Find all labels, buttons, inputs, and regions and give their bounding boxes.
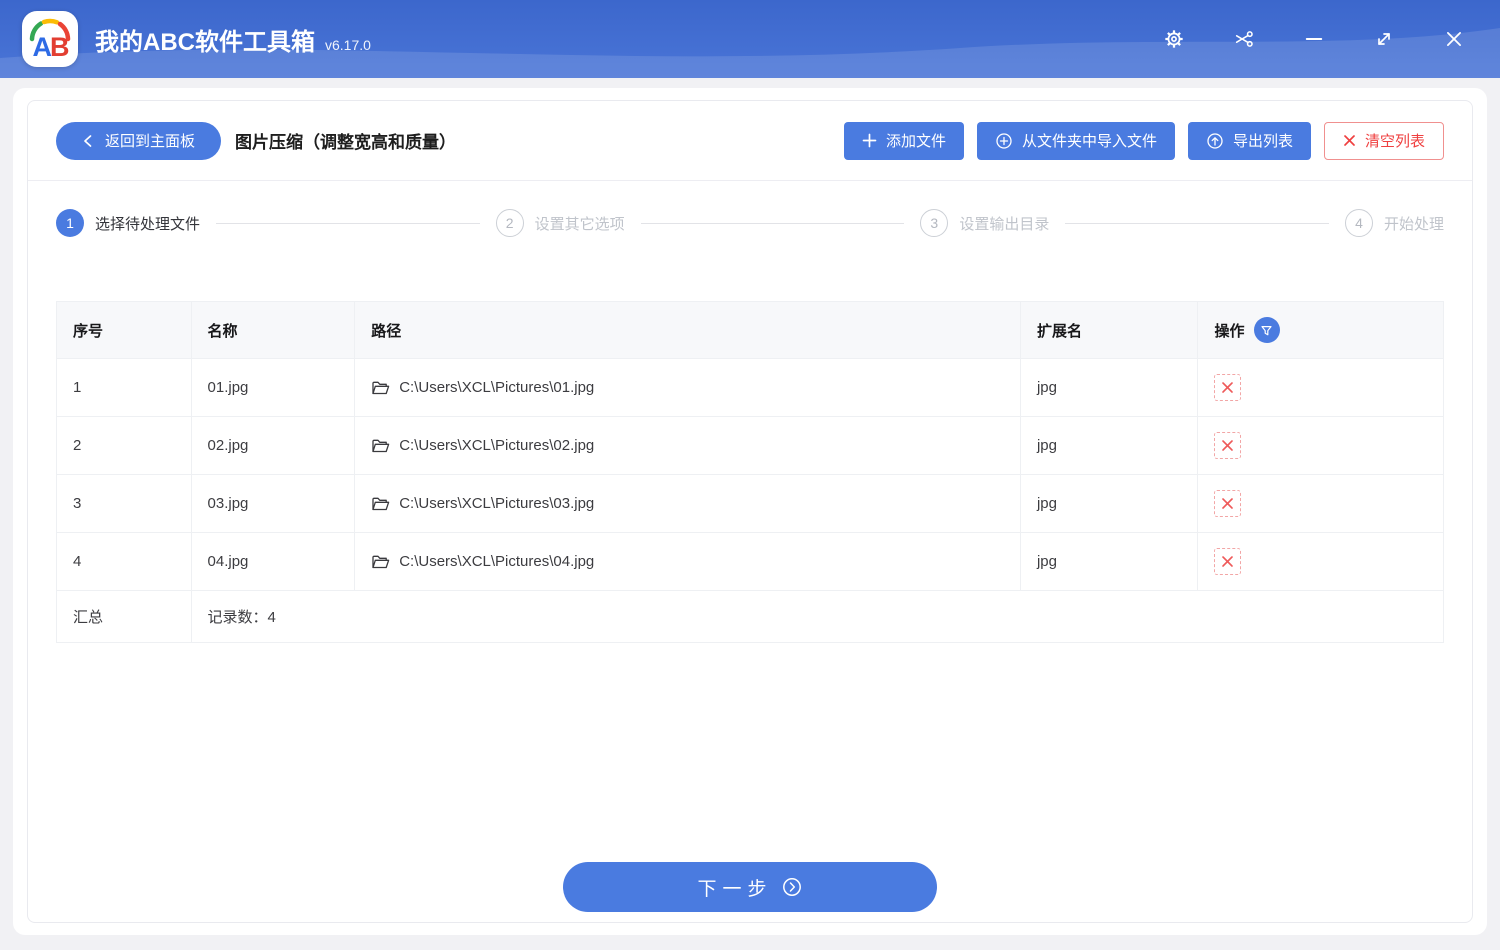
clear-list-label: 清空列表 — [1364, 133, 1425, 150]
next-step-button[interactable]: 下一步 — [563, 862, 937, 912]
cell-ext: jpg — [1019, 416, 1199, 475]
cell-name: 02.jpg — [190, 416, 356, 475]
step-3-circle: 3 — [920, 209, 949, 237]
cell-ext: jpg — [1019, 474, 1199, 533]
circle-plus-icon — [995, 132, 1013, 150]
cell-path: C:\Users\XCL\Pictures\03.jpg — [399, 495, 595, 512]
circle-chevron-right-icon — [782, 876, 803, 898]
step-indicator: 1 选择待处理文件 2 设置其它选项 3 设置输出目录 4 开始处理 — [28, 209, 1472, 237]
back-button-label: 返回到主面板 — [105, 133, 196, 150]
app-title: 我的ABC软件工具箱 — [95, 28, 315, 56]
step-4-circle: 4 — [1344, 209, 1373, 237]
cell-name: 03.jpg — [190, 474, 356, 533]
step-2-circle: 2 — [495, 209, 524, 237]
app-logo: AB — [22, 11, 78, 67]
import-from-folder-label: 从文件夹中导入文件 — [1021, 133, 1157, 150]
summary-row: 汇总 记录数：4 — [56, 590, 1445, 643]
col-header-ext: 扩展名 — [1019, 301, 1199, 359]
file-table: 序号 名称 路径 扩展名 操作 1 01.jpg C:\Users\XCL\Pi… — [56, 301, 1445, 643]
titlebar: AB 我的ABC软件工具箱 v6.17.0 — [0, 0, 1500, 78]
page-title: 图片压缩（调整宽高和质量） — [235, 133, 457, 152]
clear-list-button[interactable]: 清空列表 — [1323, 121, 1444, 160]
main-panel: 返回到主面板 图片压缩（调整宽高和质量） 添加文件 从文件夹中导入文件 导出列表… — [13, 88, 1487, 935]
minimize-icon[interactable] — [1304, 29, 1324, 49]
summary-record-count: 记录数：4 — [190, 590, 1445, 643]
content-card: 返回到主面板 图片压缩（调整宽高和质量） 添加文件 从文件夹中导入文件 导出列表… — [27, 100, 1473, 923]
add-files-button[interactable]: 添加文件 — [843, 121, 964, 160]
step-4-label: 开始处理 — [1383, 215, 1444, 233]
back-to-dashboard-button[interactable]: 返回到主面板 — [56, 121, 222, 160]
export-icon — [1206, 132, 1224, 150]
cell-index: 1 — [56, 358, 192, 417]
delete-row-button[interactable] — [1214, 548, 1242, 575]
folder-icon — [371, 554, 390, 570]
summary-label: 汇总 — [56, 590, 192, 643]
app-version: v6.17.0 — [325, 36, 371, 53]
export-list-label: 导出列表 — [1232, 133, 1293, 150]
col-header-name: 名称 — [190, 301, 356, 359]
cell-path: C:\Users\XCL\Pictures\04.jpg — [399, 553, 595, 570]
step-1-label: 选择待处理文件 — [95, 215, 201, 233]
folder-icon — [371, 496, 390, 512]
cell-ext: jpg — [1019, 532, 1199, 591]
step-1-circle: 1 — [56, 209, 84, 237]
step-3-output-dir: 3 设置输出目录 — [920, 209, 1049, 237]
table-row: 4 04.jpg C:\Users\XCL\Pictures\04.jpg jp… — [56, 532, 1444, 591]
table-row: 3 03.jpg C:\Users\XCL\Pictures\03.jpg jp… — [56, 474, 1444, 533]
cell-name: 04.jpg — [190, 532, 356, 591]
step-2-options: 2 设置其它选项 — [495, 209, 625, 237]
x-icon — [1343, 134, 1356, 147]
step-connector — [640, 222, 905, 224]
add-files-label: 添加文件 — [885, 133, 946, 150]
step-4-start: 4 开始处理 — [1344, 209, 1444, 237]
cell-index: 2 — [56, 416, 192, 475]
step-1-select-files: 1 选择待处理文件 — [56, 209, 200, 237]
step-2-label: 设置其它选项 — [534, 215, 625, 233]
chevron-left-icon — [82, 134, 93, 148]
close-icon[interactable] — [1444, 29, 1464, 49]
folder-icon — [371, 380, 390, 396]
table-header-row: 序号 名称 路径 扩展名 操作 — [56, 301, 1444, 359]
next-step-label: 下一步 — [697, 878, 773, 900]
cell-path: C:\Users\XCL\Pictures\01.jpg — [399, 379, 595, 396]
cell-path: C:\Users\XCL\Pictures\02.jpg — [399, 437, 595, 454]
col-header-action: 操作 — [1214, 322, 1245, 340]
logo-letters: AB — [32, 32, 70, 62]
resize-icon[interactable] — [1374, 29, 1394, 49]
plus-icon — [862, 133, 877, 148]
col-header-index: 序号 — [56, 301, 192, 359]
delete-row-button[interactable] — [1214, 490, 1242, 517]
cell-ext: jpg — [1019, 358, 1199, 417]
settings-icon[interactable] — [1164, 29, 1184, 49]
scissors-icon[interactable] — [1234, 29, 1254, 49]
delete-row-button[interactable] — [1214, 374, 1242, 401]
table-row: 1 01.jpg C:\Users\XCL\Pictures\01.jpg jp… — [56, 358, 1444, 417]
export-list-button[interactable]: 导出列表 — [1187, 121, 1311, 160]
cell-index: 4 — [56, 532, 192, 591]
cell-index: 3 — [56, 474, 192, 533]
table-row: 2 02.jpg C:\Users\XCL\Pictures\02.jpg jp… — [56, 416, 1444, 475]
file-table-container: 序号 名称 路径 扩展名 操作 1 01.jpg C:\Users\XCL\Pi… — [28, 301, 1472, 643]
step-3-label: 设置输出目录 — [959, 215, 1050, 233]
card-header: 返回到主面板 图片压缩（调整宽高和质量） 添加文件 从文件夹中导入文件 导出列表… — [28, 101, 1472, 181]
app-window: AB 我的ABC软件工具箱 v6.17.0 返回到主面板 图片压缩（调整宽高和质… — [0, 0, 1500, 950]
delete-row-button[interactable] — [1214, 432, 1242, 459]
step-connector — [216, 222, 480, 224]
filter-icon[interactable] — [1253, 317, 1280, 343]
step-connector — [1065, 222, 1329, 224]
folder-icon — [371, 438, 390, 454]
col-header-path: 路径 — [354, 301, 1021, 359]
cell-name: 01.jpg — [190, 358, 356, 417]
import-from-folder-button[interactable]: 从文件夹中导入文件 — [976, 121, 1175, 160]
